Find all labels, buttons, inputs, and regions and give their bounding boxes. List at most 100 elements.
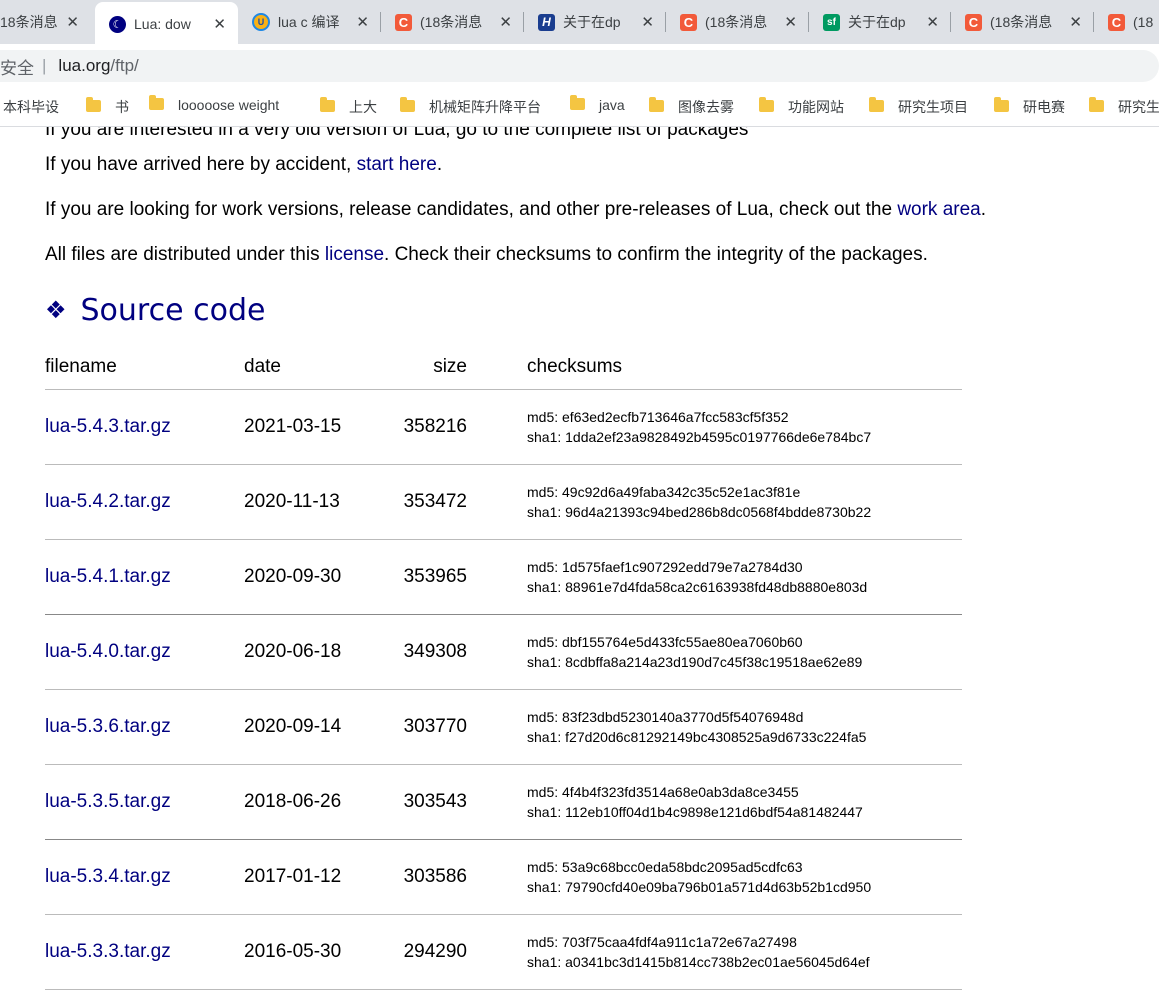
tab-7[interactable]: C (18条消息 ✕ (951, 0, 1094, 44)
md5-text: md5: 83f23dbd5230140a3770d5f54076948d (527, 709, 804, 725)
bookmark-folder[interactable]: looooose weight (149, 95, 280, 113)
md5-text: md5: 49c92d6a49faba342c35c52e1ac3f81e (527, 484, 801, 500)
close-icon[interactable]: ✕ (499, 13, 512, 31)
page-content: If you are interested in a very old vers… (0, 127, 1159, 995)
url-path[interactable]: /ftp/ (110, 56, 138, 76)
file-date: 2020-06-18 (244, 614, 364, 690)
bookmark-label: looooose weight (178, 97, 280, 113)
close-icon[interactable]: ✕ (356, 13, 369, 31)
segmentfault-icon: sf (823, 13, 840, 31)
tab-5[interactable]: C (18条消息 ✕ (666, 0, 809, 44)
paragraph-text: . Check their checksums to confirm the i… (384, 244, 928, 265)
close-icon[interactable]: ✕ (66, 13, 79, 31)
folder-icon (320, 97, 335, 112)
csdn-icon: C (395, 13, 412, 31)
tab-6[interactable]: sf 关于在dp ✕ (809, 0, 951, 44)
work-area-link[interactable]: work area (897, 199, 980, 220)
table-row: lua-5.4.3.tar.gz 2021-03-15 358216 md5: … (45, 389, 962, 465)
file-link[interactable]: lua-5.3.6.tar.gz (45, 716, 171, 737)
bookmark-label: 功能网站 (788, 99, 844, 115)
file-link[interactable]: lua-5.3.5.tar.gz (45, 791, 171, 812)
tab-2[interactable]: U lua c 编译 ✕ (238, 0, 381, 44)
file-link[interactable]: lua-5.4.0.tar.gz (45, 641, 171, 662)
bookmark-item[interactable]: 本科毕设 (3, 97, 59, 117)
file-checksums: md5: 49c92d6a49faba342c35c52e1ac3f81e sha… (527, 464, 962, 540)
uc-icon: U (252, 13, 270, 31)
file-checksums: md5: 1d575faef1c907292edd79e7a2784d30 sha… (527, 539, 962, 615)
tab-title: 关于在dp (848, 14, 906, 30)
tab-strip: 18条消息 ✕ ☾ Lua: dow ✕ U lua c 编译 ✕ C (18条… (0, 0, 1159, 44)
paragraph-text: All files are distributed under this (45, 244, 325, 265)
tab-title: Lua: dow (134, 16, 191, 32)
url-input[interactable]: 安全 | lua.org/ftp/ (0, 50, 1159, 82)
file-size: 349308 (364, 614, 467, 690)
close-icon[interactable]: ✕ (926, 13, 939, 31)
bookmark-folder[interactable]: 上大 (320, 97, 377, 117)
file-link[interactable]: lua-5.3.4.tar.gz (45, 866, 171, 887)
file-checksums: md5: dbf155764e5d433fc55ae80ea7060b60 sha… (527, 614, 962, 690)
file-size: 353965 (364, 539, 467, 615)
paragraph-work-versions: If you are looking for work versions, re… (45, 199, 986, 221)
bookmark-folder[interactable]: 研究生项目 (869, 97, 968, 117)
folder-icon (869, 97, 884, 112)
close-icon[interactable]: ✕ (213, 15, 226, 33)
bookmark-label: 上大 (349, 99, 377, 115)
bookmark-label: 图像去雾 (678, 99, 734, 115)
md5-text: md5: dbf155764e5d433fc55ae80ea7060b60 (527, 634, 803, 650)
md5-text: md5: ef63ed2ecfb713646a7fcc583cf5f352 (527, 409, 789, 425)
bookmark-folder[interactable]: 机械矩阵升降平台 (400, 97, 541, 117)
header-checksums: checksums (527, 345, 962, 390)
sha1-text: sha1: 96d4a21393c94bed286b8dc0568f4bdde8… (527, 504, 872, 520)
table-row: lua-5.3.6.tar.gz 2020-09-14 303770 md5: … (45, 689, 962, 765)
section-title: Source code (80, 293, 266, 328)
bookmark-label: 书 (115, 99, 129, 115)
paragraph-text: If you have arrived here by accident, (45, 154, 357, 175)
file-link[interactable]: lua-5.4.3.tar.gz (45, 416, 171, 437)
bookmark-folder[interactable]: 书 (86, 97, 129, 117)
bookmark-folder[interactable]: 研究生 (1089, 97, 1159, 117)
url-host[interactable]: lua.org (58, 56, 110, 76)
file-link[interactable]: lua-5.3.3.tar.gz (45, 941, 171, 962)
file-date: 2021-03-15 (244, 389, 364, 465)
tab-0[interactable]: 18条消息 ✕ (0, 0, 91, 44)
license-link[interactable]: license (325, 244, 384, 265)
sha1-text: sha1: f27d20d6c81292149bc4308525a9d6733c… (527, 729, 867, 745)
tab-8[interactable]: C (18 (1094, 0, 1159, 44)
table-row: lua-5.4.0.tar.gz 2020-06-18 349308 md5: … (45, 614, 962, 690)
bookmark-folder[interactable]: java (570, 95, 625, 113)
table-row: lua-5.3.5.tar.gz 2018-06-26 303543 md5: … (45, 764, 962, 840)
tab-title: (18条消息 (420, 14, 483, 30)
bookmarks-bar: 本科毕设 书 looooose weight 上大 机械矩阵升降平台 java … (0, 86, 1159, 127)
security-label[interactable]: 安全 (0, 54, 34, 79)
h-icon: H (538, 13, 555, 31)
paragraph-text: . (436, 154, 443, 175)
file-checksums: md5: 4f4b4f323fd3514a68e0ab3da8ce3455 sha… (527, 764, 962, 840)
file-date: 2020-09-30 (244, 539, 364, 615)
tab-title: 18条消息 (0, 14, 58, 30)
start-here-link[interactable]: start here (357, 154, 437, 175)
tab-title: lua c 编译 (278, 14, 340, 30)
folder-icon (86, 97, 101, 112)
bookmark-folder[interactable]: 图像去雾 (649, 97, 734, 117)
section-heading: ❖ Source code (45, 293, 265, 328)
diamond-icon: ❖ (45, 296, 67, 324)
file-link[interactable]: lua-5.4.2.tar.gz (45, 491, 171, 512)
partially-scrolled-paragraph: If you are interested in a very old vers… (45, 127, 749, 140)
close-icon[interactable]: ✕ (1069, 13, 1082, 31)
folder-icon (570, 95, 585, 110)
bookmark-folder[interactable]: 研电赛 (994, 97, 1065, 117)
paragraph-license: All files are distributed under this lic… (45, 244, 928, 266)
close-icon[interactable]: ✕ (784, 13, 797, 31)
tab-1[interactable]: ☾ Lua: dow ✕ (95, 2, 238, 44)
bookmark-folder[interactable]: 功能网站 (759, 97, 844, 117)
address-bar: 安全 | lua.org/ftp/ (0, 46, 1159, 86)
paragraph-accident: If you have arrived here by accident, st… (45, 154, 442, 176)
file-checksums: md5: 703f75caa4fdf4a911c1a72e67a27498 sha… (527, 914, 962, 990)
tab-3[interactable]: C (18条消息 ✕ (381, 0, 524, 44)
folder-icon (759, 97, 774, 112)
tab-4[interactable]: H 关于在dp ✕ (524, 0, 666, 44)
table-row: lua-5.3.3.tar.gz 2016-05-30 294290 md5: … (45, 914, 962, 990)
file-link[interactable]: lua-5.4.1.tar.gz (45, 566, 171, 587)
md5-text: md5: 53a9c68bcc0eda58bdc2095ad5cdfc63 (527, 859, 803, 875)
close-icon[interactable]: ✕ (641, 13, 654, 31)
